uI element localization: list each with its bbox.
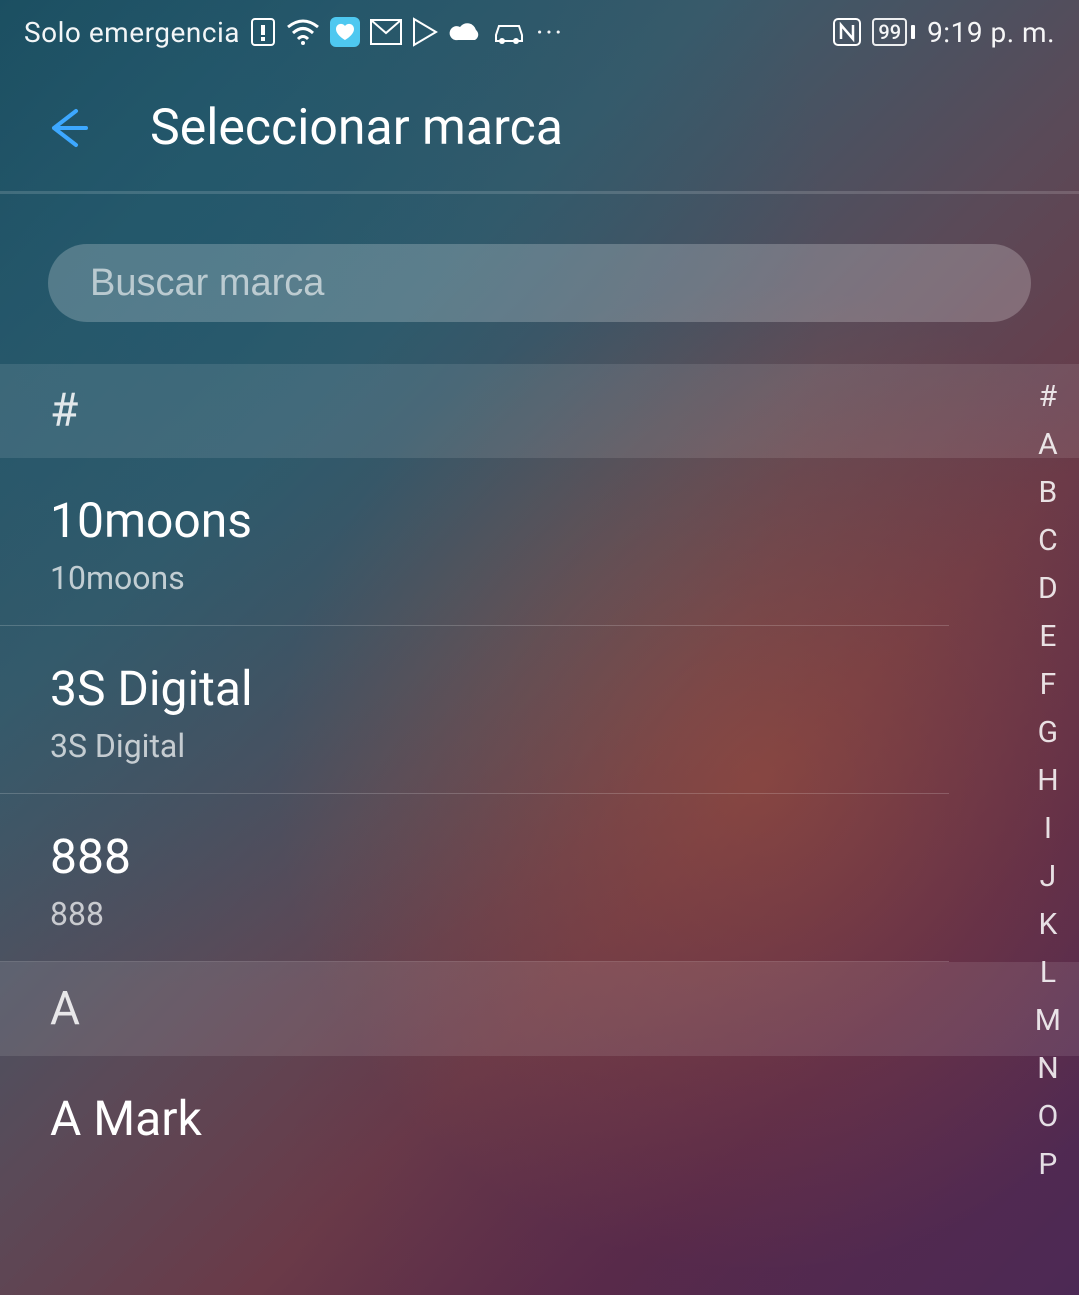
sim-alert-icon <box>250 17 276 47</box>
battery-icon: 99 <box>872 18 907 46</box>
cloud-icon <box>448 20 482 44</box>
alpha-index-item[interactable]: D <box>1035 572 1061 605</box>
gmail-icon <box>370 19 402 45</box>
alpha-index-item[interactable]: N <box>1035 1052 1061 1085</box>
app-bar: Seleccionar marca <box>0 64 1079 194</box>
alpha-index-item[interactable]: H <box>1035 764 1061 797</box>
more-icon: ··· <box>536 16 564 49</box>
search-input[interactable] <box>90 262 989 305</box>
list-item[interactable]: A Mark <box>0 1056 949 1185</box>
alpha-index[interactable]: # A B C D E F G H I J K L M N O P <box>1035 380 1061 1181</box>
car-icon <box>492 19 526 45</box>
status-right: 99 9:19 p. m. <box>832 16 1055 49</box>
alpha-index-item[interactable]: C <box>1035 524 1061 557</box>
status-bar: Solo emergencia ··· <box>0 0 1079 64</box>
alpha-index-item[interactable]: # <box>1035 380 1061 413</box>
alpha-index-item[interactable]: E <box>1035 620 1061 653</box>
list-item[interactable]: 888 888 <box>0 794 949 962</box>
alpha-index-item[interactable]: P <box>1035 1148 1061 1181</box>
list-item[interactable]: 3S Digital 3S Digital <box>0 626 949 794</box>
alpha-index-item[interactable]: A <box>1035 428 1061 461</box>
search-container <box>0 194 1079 364</box>
alpha-index-item[interactable]: F <box>1035 668 1061 701</box>
brand-title: 10moons <box>50 492 899 549</box>
wifi-icon <box>286 19 320 45</box>
search-pill[interactable] <box>48 244 1031 322</box>
brand-title: 888 <box>50 828 899 885</box>
alpha-index-item[interactable]: I <box>1035 812 1061 845</box>
brand-subtitle: 3S Digital <box>50 727 899 765</box>
status-left: Solo emergencia ··· <box>24 16 564 49</box>
alpha-index-item[interactable]: O <box>1035 1100 1061 1133</box>
alpha-index-item[interactable]: M <box>1035 1004 1061 1037</box>
brand-subtitle: 888 <box>50 895 899 933</box>
alpha-index-item[interactable]: K <box>1035 908 1061 941</box>
play-store-icon <box>412 17 438 47</box>
brand-list[interactable]: # 10moons 10moons 3S Digital 3S Digital … <box>0 364 1079 1185</box>
section-header-a: A <box>0 962 1079 1056</box>
clock-text: 9:19 p. m. <box>927 16 1055 49</box>
alpha-index-item[interactable]: L <box>1035 956 1061 989</box>
alpha-index-item[interactable]: J <box>1035 860 1061 893</box>
list-item[interactable]: 10moons 10moons <box>0 458 949 626</box>
section-header-hash: # <box>0 364 1079 458</box>
brand-title: A Mark <box>50 1090 899 1147</box>
brand-title: 3S Digital <box>50 660 899 717</box>
nfc-icon <box>832 17 862 47</box>
battery-tip-icon <box>911 25 917 39</box>
health-app-icon <box>330 17 360 47</box>
brand-subtitle: 10moons <box>50 559 899 597</box>
alpha-index-item[interactable]: B <box>1035 476 1061 509</box>
page-title: Seleccionar marca <box>150 99 563 157</box>
back-button[interactable] <box>40 101 94 155</box>
carrier-text: Solo emergencia <box>24 16 240 49</box>
battery-level: 99 <box>878 22 901 42</box>
alpha-index-item[interactable]: G <box>1035 716 1061 749</box>
